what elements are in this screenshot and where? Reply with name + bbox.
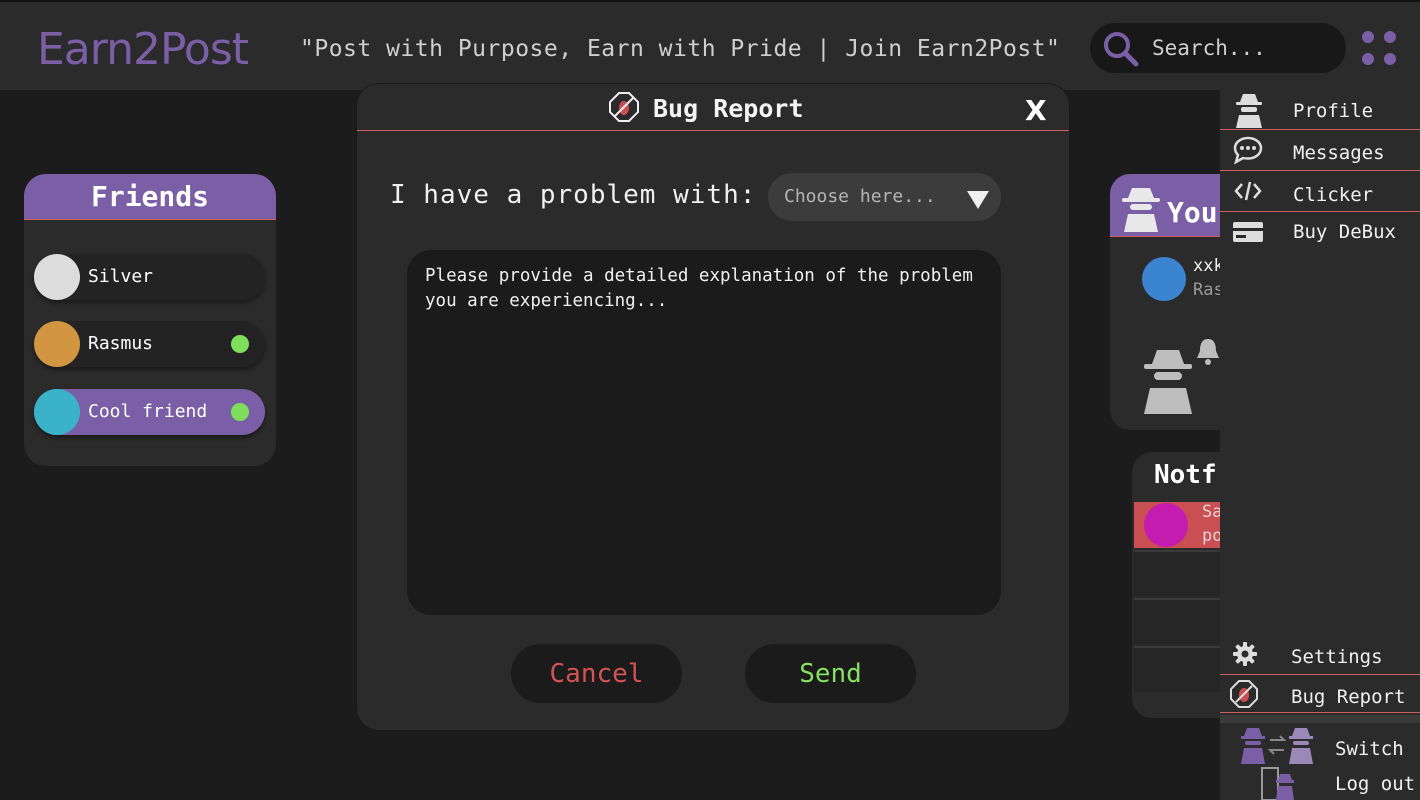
card-icon (1232, 221, 1264, 247)
search-bar[interactable] (1090, 23, 1346, 73)
modal-title: Bug Report (653, 94, 804, 123)
spy-avatar-icon (1140, 344, 1196, 418)
friend-item-cool-friend[interactable]: Cool friend (34, 389, 265, 435)
menu-item-label: Switch (1335, 738, 1404, 760)
search-icon[interactable] (1100, 29, 1144, 73)
apps-menu-icon[interactable] (1360, 29, 1402, 69)
menu-item-label: Buy DeBux (1293, 221, 1396, 243)
avatar (1142, 257, 1186, 301)
divider (1220, 715, 1420, 723)
menu-item-label: Messages (1293, 142, 1385, 164)
side-menu: Profile Messages Clicker Buy DeBux Setti… (1220, 90, 1420, 800)
bug-icon (1230, 680, 1258, 712)
menu-item-label: Clicker (1293, 184, 1374, 206)
gear-icon (1232, 641, 1258, 671)
spy-icon (1120, 184, 1162, 236)
friend-name: Silver (88, 266, 154, 287)
menu-item-label: Bug Report (1291, 686, 1406, 708)
you-panel-title: You (1167, 196, 1218, 229)
menu-item-switch[interactable]: Switch (1220, 726, 1420, 764)
logout-icon (1260, 766, 1300, 800)
menu-item-clicker[interactable]: Clicker (1220, 172, 1420, 212)
problem-description-field[interactable] (407, 250, 1001, 615)
tagline: "Post with Purpose, Earn with Pride | Jo… (300, 36, 1061, 62)
friend-name: Cool friend (88, 401, 208, 422)
menu-item-label: Settings (1291, 646, 1383, 668)
menu-item-log-out[interactable]: Log out (1220, 764, 1420, 800)
top-bar: Earn2Post "Post with Purpose, Earn with … (0, 0, 1420, 90)
avatar (34, 321, 80, 367)
problem-select[interactable]: Choose here... (768, 173, 1001, 221)
search-input[interactable] (1152, 33, 1332, 63)
friend-item-rasmus[interactable]: Rasmus (34, 321, 265, 367)
menu-item-label: Profile (1293, 100, 1374, 122)
menu-item-bug-report[interactable]: Bug Report (1220, 675, 1420, 713)
close-button[interactable]: X (1025, 94, 1047, 127)
notifications-title: Notf (1154, 460, 1217, 490)
friends-panel: Friends Silver Rasmus Cool friend (24, 174, 276, 466)
modal-header: Bug Report X (357, 84, 1069, 131)
friends-title: Friends (24, 174, 276, 220)
avatar (1144, 503, 1188, 547)
chat-icon (1232, 135, 1264, 169)
cancel-button[interactable]: Cancel (511, 644, 682, 703)
bell-icon[interactable] (1194, 336, 1222, 372)
menu-item-buy-debux[interactable]: Buy DeBux (1220, 213, 1420, 253)
menu-item-profile[interactable]: Profile (1220, 90, 1420, 130)
avatar (34, 389, 80, 435)
menu-item-label: Log out (1335, 773, 1416, 795)
online-indicator (231, 335, 249, 353)
friend-item-silver[interactable]: Silver (34, 254, 265, 300)
spy-icon (1234, 92, 1264, 132)
bug-icon (609, 92, 639, 126)
menu-item-messages[interactable]: Messages (1220, 131, 1420, 171)
bug-report-modal: Bug Report X I have a problem with: Choo… (357, 84, 1069, 730)
send-button[interactable]: Send (745, 644, 916, 703)
avatar (34, 254, 80, 300)
logo[interactable]: Earn2Post (37, 24, 249, 75)
menu-item-settings[interactable]: Settings (1220, 635, 1420, 675)
problem-label: I have a problem with: (390, 180, 757, 210)
friend-name: Rasmus (88, 333, 154, 354)
switch-user-icon (1240, 726, 1320, 768)
chevron-down-icon (967, 191, 989, 209)
online-indicator (231, 403, 249, 421)
code-icon (1234, 180, 1262, 206)
select-value: Choose here... (784, 186, 936, 207)
